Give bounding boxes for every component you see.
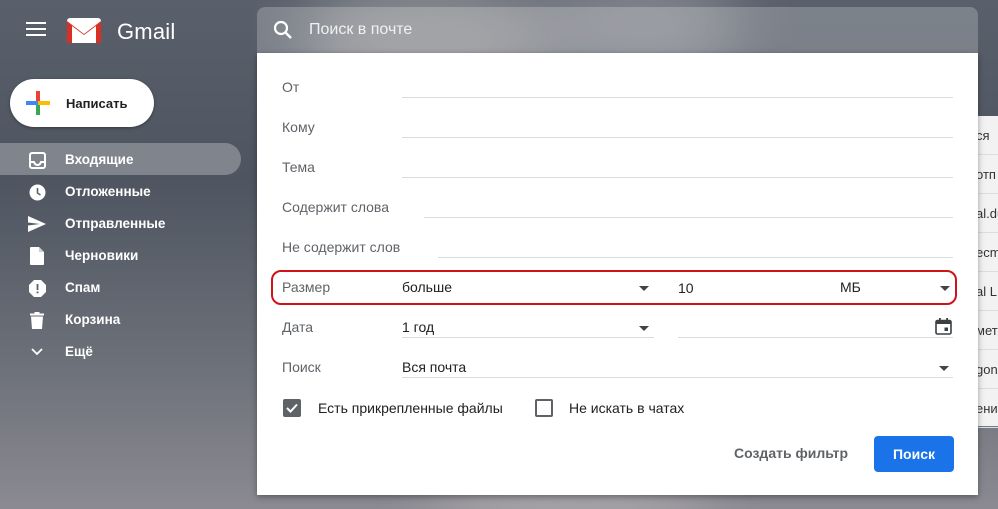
search-button[interactable]: Поиск xyxy=(874,436,954,472)
gmail-logo-icon xyxy=(67,18,101,43)
sidebar-item-snoozed[interactable]: Отложенные xyxy=(0,175,242,207)
not-words-label: Не содержит слов xyxy=(282,239,401,255)
has-words-label: Содержит слова xyxy=(282,199,389,215)
calendar-icon[interactable] xyxy=(935,318,952,335)
date-within-underline xyxy=(402,337,654,338)
search-bar xyxy=(257,7,978,53)
sidebar-item-spam[interactable]: Спам xyxy=(0,271,242,303)
size-label: Размер xyxy=(282,279,331,295)
list-item[interactable]: мет xyxy=(976,311,998,350)
checkmark-icon xyxy=(286,403,298,413)
app-name: Gmail xyxy=(117,19,176,44)
compose-label: Написать xyxy=(66,95,128,111)
exclude-chats-checkbox[interactable] xyxy=(535,399,553,417)
sidebar-item-inbox[interactable]: Входящие xyxy=(0,143,241,175)
dropdown-caret-icon[interactable] xyxy=(639,286,649,291)
subject-field[interactable] xyxy=(402,177,953,178)
dropdown-caret-icon[interactable] xyxy=(639,326,649,331)
size-operator-select[interactable]: больше xyxy=(402,279,452,295)
sidebar-item-label: Спам xyxy=(65,279,101,295)
clock-icon xyxy=(28,183,46,201)
sidebar-item-label: Входящие xyxy=(65,151,134,167)
sidebar-item-label: Черновики xyxy=(65,247,139,263)
spam-icon xyxy=(28,279,46,297)
dropdown-caret-icon[interactable] xyxy=(939,366,949,371)
from-label: От xyxy=(282,79,300,95)
size-unit-select[interactable]: МБ xyxy=(840,279,861,295)
date-label: Дата xyxy=(282,319,314,335)
list-item[interactable]: gon xyxy=(976,350,998,389)
inbox-icon xyxy=(28,151,46,169)
exclude-chats-label: Не искать в чатах xyxy=(569,400,685,416)
sidebar-item-label: Отправленные xyxy=(65,215,166,231)
draft-icon xyxy=(28,247,46,265)
to-field[interactable] xyxy=(402,137,953,138)
main-menu-icon[interactable] xyxy=(26,22,46,40)
not-words-field[interactable] xyxy=(438,257,953,258)
list-item[interactable]: al.du xyxy=(976,194,998,233)
list-item[interactable]: ся xyxy=(976,116,998,155)
list-item[interactable]: отп xyxy=(976,155,998,194)
sidebar-item-more[interactable]: Ещё xyxy=(0,335,242,367)
has-attachment-label: Есть прикрепленные файлы xyxy=(318,400,503,416)
search-icon[interactable] xyxy=(273,20,293,40)
date-field[interactable] xyxy=(678,337,953,338)
list-item[interactable]: al L xyxy=(976,272,998,311)
send-icon xyxy=(28,215,46,233)
plus-icon xyxy=(26,91,50,115)
has-attachment-checkbox[interactable] xyxy=(283,399,301,417)
to-label: Кому xyxy=(282,119,315,135)
compose-button[interactable]: Написать xyxy=(10,79,154,127)
email-list-peek: ся отп al.du ecmo al L мет gon ение xyxy=(976,116,998,428)
sidebar-item-sent[interactable]: Отправленные xyxy=(0,207,242,239)
advanced-search-panel: От Кому Тема Содержит слова Не содержит … xyxy=(257,53,978,495)
search-in-label: Поиск xyxy=(282,359,321,375)
create-filter-button[interactable]: Создать фильтр xyxy=(726,440,856,466)
chevron-down-icon xyxy=(28,343,46,361)
date-within-select[interactable]: 1 год xyxy=(402,319,434,335)
trash-icon xyxy=(28,311,46,329)
sidebar-item-label: Отложенные xyxy=(65,183,151,199)
sidebar: Входящие Отложенные Отправленные Чернови… xyxy=(0,143,242,367)
has-words-field[interactable] xyxy=(424,217,953,218)
sidebar-item-label: Корзина xyxy=(65,311,121,327)
size-value-input[interactable]: 10 xyxy=(678,280,694,296)
search-in-underline xyxy=(402,377,953,378)
sidebar-item-label: Ещё xyxy=(65,343,93,359)
sidebar-item-trash[interactable]: Корзина xyxy=(0,303,242,335)
search-input[interactable] xyxy=(309,17,909,43)
list-item[interactable]: ение xyxy=(976,389,998,428)
dropdown-caret-icon[interactable] xyxy=(940,286,950,291)
list-item[interactable]: ecmo xyxy=(976,233,998,272)
subject-label: Тема xyxy=(282,159,315,175)
from-field[interactable] xyxy=(402,97,953,98)
sidebar-item-drafts[interactable]: Черновики xyxy=(0,239,242,271)
search-in-select[interactable]: Вся почта xyxy=(402,359,466,375)
